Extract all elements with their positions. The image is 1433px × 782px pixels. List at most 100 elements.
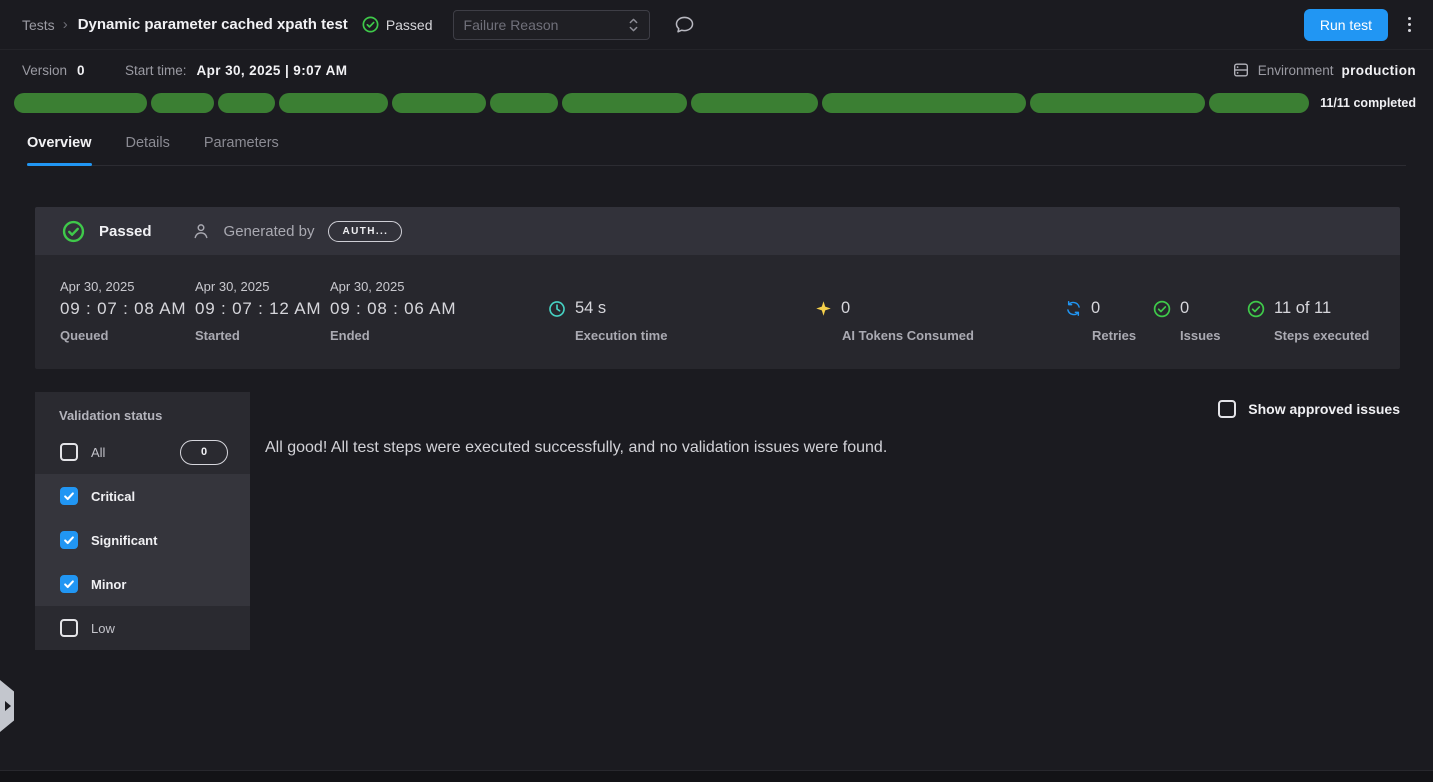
failure-reason-select[interactable]: Failure Reason xyxy=(453,10,650,40)
ended-label: Ended xyxy=(330,328,456,343)
validation-filter-significant-label: Significant xyxy=(91,533,157,548)
version-label: Version xyxy=(22,63,67,78)
progress-bar xyxy=(14,93,1309,113)
validation-filter-critical[interactable]: Critical xyxy=(35,474,250,518)
progress-segment xyxy=(1209,93,1309,113)
version-value: 0 xyxy=(77,63,85,78)
progress-segment xyxy=(562,93,688,113)
queued-clock: 09 : 07 : 08 AM xyxy=(60,299,186,319)
tab-overview[interactable]: Overview xyxy=(27,135,92,165)
progress-completed-text: 11/11 completed xyxy=(1320,96,1416,110)
issues-section: Validation status All 0 Critical xyxy=(35,392,1400,692)
passed-check-circle-icon xyxy=(62,220,85,243)
steps-executed-value: 11 of 11 xyxy=(1274,299,1331,318)
checkbox-show-approved[interactable] xyxy=(1218,400,1236,418)
run-summary-header: Passed Generated by AUTH... xyxy=(35,207,1400,255)
execution-time-value: 54 s xyxy=(575,299,606,318)
clock-icon xyxy=(548,300,566,318)
started-clock: 09 : 07 : 12 AM xyxy=(195,299,321,319)
validation-status-panel: Validation status All 0 Critical xyxy=(35,392,250,650)
retries-metric: 0 Retries xyxy=(1065,299,1136,343)
queued-label: Queued xyxy=(60,328,186,343)
issues-metric: 0 Issues xyxy=(1153,299,1220,343)
tab-parameters[interactable]: Parameters xyxy=(204,135,279,165)
tab-details[interactable]: Details xyxy=(126,135,170,165)
validation-panel-header: Validation status xyxy=(35,392,250,430)
generated-by-user-pill[interactable]: AUTH... xyxy=(328,221,402,242)
start-time-value: Apr 30, 2025 | 9:07 AM xyxy=(196,63,347,78)
checkbox-minor[interactable] xyxy=(60,575,78,593)
progress-segment xyxy=(218,93,275,113)
retries-label: Retries xyxy=(1092,328,1136,343)
person-icon xyxy=(192,222,210,240)
execution-time-label: Execution time xyxy=(575,328,667,343)
queued-time: Apr 30, 2025 09 : 07 : 08 AM Queued xyxy=(60,279,186,343)
environment-label: Environment xyxy=(1258,63,1334,78)
test-result-page: Tests › Dynamic parameter cached xpath t… xyxy=(0,0,1433,782)
started-date: Apr 30, 2025 xyxy=(195,279,321,294)
progress-segment xyxy=(392,93,487,113)
meta-row: Version 0 Start time: Apr 30, 2025 | 9:0… xyxy=(0,50,1433,90)
execution-time-metric: 54 s Execution time xyxy=(548,299,667,343)
steps-executed-metric: 11 of 11 Steps executed xyxy=(1247,299,1369,343)
show-approved-issues-label: Show approved issues xyxy=(1248,401,1400,417)
run-summary-body: Apr 30, 2025 09 : 07 : 08 AM Queued Apr … xyxy=(35,255,1400,369)
tabs: Overview Details Parameters xyxy=(27,135,1406,166)
page-title: Dynamic parameter cached xpath test xyxy=(78,16,348,33)
topbar: Tests › Dynamic parameter cached xpath t… xyxy=(0,0,1433,50)
select-chevrons-icon xyxy=(628,16,639,34)
progress-segment xyxy=(691,93,818,113)
environment-icon xyxy=(1232,61,1250,79)
run-test-button[interactable]: Run test xyxy=(1304,9,1388,41)
status-badge: Passed xyxy=(362,16,433,33)
overview-content: Passed Generated by AUTH... Apr 30, 2025… xyxy=(0,207,1433,692)
validation-filter-all[interactable]: All 0 xyxy=(35,430,250,474)
checkbox-low[interactable] xyxy=(60,619,78,637)
bottom-strip xyxy=(0,770,1433,782)
retry-icon xyxy=(1065,300,1082,317)
status-text: Passed xyxy=(386,17,433,33)
meta-left: Version 0 Start time: Apr 30, 2025 | 9:0… xyxy=(22,63,347,78)
checkbox-critical[interactable] xyxy=(60,487,78,505)
all-good-message: All good! All test steps were executed s… xyxy=(265,439,887,457)
sparkle-icon xyxy=(815,300,832,317)
validation-filter-low-label: Low xyxy=(91,621,115,636)
kebab-menu-icon[interactable] xyxy=(1404,13,1415,36)
validation-filter-minor[interactable]: Minor xyxy=(35,562,250,606)
run-status-text: Passed xyxy=(99,223,152,240)
passed-check-icon xyxy=(362,16,379,33)
validation-filter-all-label: All xyxy=(91,445,105,460)
check-circle-icon xyxy=(1247,300,1265,318)
issues-value: 0 xyxy=(1180,299,1189,318)
checkbox-all[interactable] xyxy=(60,443,78,461)
breadcrumb-tests[interactable]: Tests xyxy=(22,17,55,33)
checkbox-significant[interactable] xyxy=(60,531,78,549)
start-time-label: Start time: xyxy=(125,63,187,78)
check-circle-icon xyxy=(1153,300,1171,318)
issues-label: Issues xyxy=(1180,328,1220,343)
comment-icon[interactable] xyxy=(674,14,695,35)
ai-tokens-value: 0 xyxy=(841,299,850,318)
validation-filter-minor-label: Minor xyxy=(91,577,126,592)
chevron-right-icon xyxy=(5,701,11,711)
progress-segment xyxy=(822,93,1026,113)
generated-by-label: Generated by xyxy=(224,223,315,240)
progress-segment xyxy=(151,93,214,113)
topbar-right: Run test xyxy=(1304,9,1415,41)
progress-segment xyxy=(279,93,388,113)
validation-panel-title: Validation status xyxy=(59,408,162,423)
validation-filter-low[interactable]: Low xyxy=(35,606,250,650)
validation-filter-significant[interactable]: Significant xyxy=(35,518,250,562)
environment-value: production xyxy=(1342,63,1417,78)
validation-filter-critical-label: Critical xyxy=(91,489,135,504)
progress-row: 11/11 completed xyxy=(0,90,1433,113)
steps-executed-label: Steps executed xyxy=(1274,328,1369,343)
progress-segment xyxy=(1030,93,1205,113)
retries-value: 0 xyxy=(1091,299,1100,318)
show-approved-issues-toggle[interactable]: Show approved issues xyxy=(1218,400,1400,418)
topbar-left: Tests › Dynamic parameter cached xpath t… xyxy=(22,10,695,40)
progress-segment xyxy=(14,93,147,113)
all-count-badge: 0 xyxy=(180,440,228,465)
started-label: Started xyxy=(195,328,321,343)
breadcrumb-chevron-icon: › xyxy=(63,16,68,33)
